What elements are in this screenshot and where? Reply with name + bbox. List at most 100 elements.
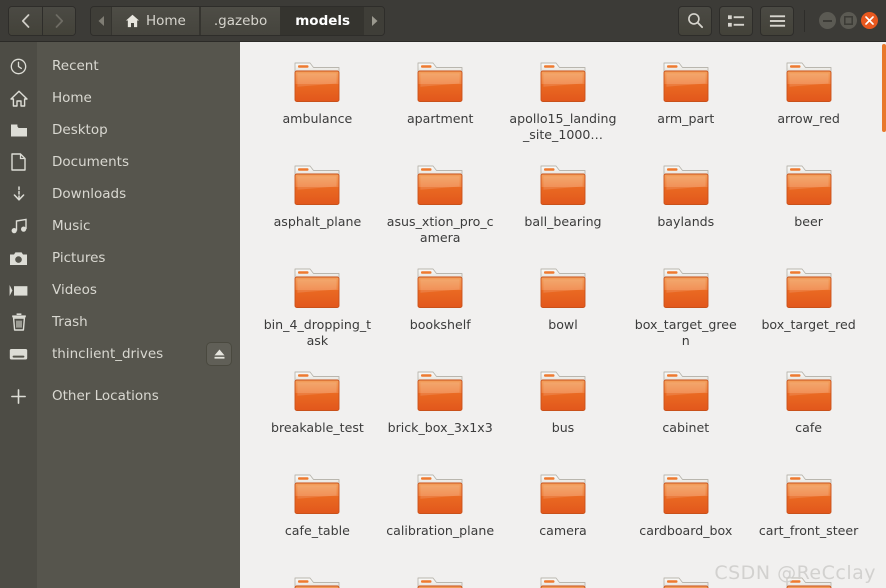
file-name-label: bookshelf [409,317,471,332]
drive-icon [0,348,37,361]
eject-icon [214,349,224,359]
search-button[interactable] [678,5,712,36]
file-item[interactable]: cabinet [624,363,747,466]
minus-icon [823,19,832,22]
file-item[interactable]: asus_xtion_pro_camera [379,157,502,260]
back-button[interactable] [9,6,42,35]
file-name-label: ball_bearing [524,214,602,229]
sidebar-item-home[interactable]: Home [0,82,240,114]
file-item[interactable]: bin_4_dropping_task [256,260,379,363]
file-item[interactable]: calibration_plane [379,466,502,569]
breadcrumb-scroll-right[interactable] [364,6,385,35]
folder-icon [291,60,343,105]
navigation-buttons [8,5,76,36]
file-item[interactable]: car_wheel [502,569,625,588]
view-list-icon [727,14,744,27]
file-item[interactable]: baylands [624,157,747,260]
file-name-label: box_target_green [634,317,737,348]
file-item[interactable]: cart_front_steer [747,466,870,569]
folder-icon [537,369,589,414]
folder-icon [414,266,466,311]
folder-icon [660,369,712,414]
folder-icon [783,60,835,105]
sidebar-item-music[interactable]: Music [0,210,240,242]
sidebar-item-pictures[interactable]: Pictures [0,242,240,274]
file-item[interactable]: bowl [502,260,625,363]
sidebar-item-downloads[interactable]: Downloads [0,178,240,210]
file-item[interactable]: apollo15_landing_site_1000… [502,54,625,157]
eject-button[interactable] [206,342,232,366]
folder-icon [660,575,712,588]
breadcrumb-item-gazebo[interactable]: .gazebo [199,6,282,35]
sidebar-item-label: Downloads [52,186,127,202]
file-item[interactable]: checkerboard_plane [747,569,870,588]
sidebar-item-label: thinclient_drives [52,346,164,362]
close-button[interactable] [861,12,878,29]
file-item[interactable]: cafe [747,363,870,466]
file-name-label: camera [539,523,587,538]
camera-icon [0,251,37,266]
file-name-label: asus_xtion_pro_camera [386,214,494,245]
file-item[interactable]: arm_part [624,54,747,157]
download-icon [0,185,37,203]
folder-icon [291,163,343,208]
file-item[interactable]: breakable_test [256,363,379,466]
file-item[interactable]: bus [502,363,625,466]
file-name-label: cafe_table [284,523,350,538]
folder-icon [537,60,589,105]
sidebar-item-other-locations[interactable]: Other Locations [0,380,240,412]
maximize-button[interactable] [840,12,857,29]
file-grid-area[interactable]: ambulance apartment apollo15_landing_sit… [240,42,886,588]
breadcrumb-scroll-left[interactable] [91,6,111,35]
sidebar-item-label: Desktop [52,122,108,138]
sidebar-item-videos[interactable]: Videos [0,274,240,306]
vertical-scrollbar[interactable] [882,42,886,588]
file-item[interactable]: cart_soft_suspension [379,569,502,588]
file-item[interactable]: ball_bearing [502,157,625,260]
scrollbar-thumb[interactable] [882,44,886,132]
home-icon [0,90,37,107]
folder-icon [783,369,835,414]
forward-button[interactable] [42,6,75,35]
sidebar-item-desktop[interactable]: Desktop [0,114,240,146]
sidebar-item-recent[interactable]: Recent [0,50,240,82]
file-item[interactable]: asphalt_plane [256,157,379,260]
folder-icon [414,575,466,588]
file-name-label: apollo15_landing_site_1000… [509,111,617,142]
file-item[interactable]: beer [747,157,870,260]
file-item[interactable]: bookshelf [379,260,502,363]
menu-button[interactable] [760,5,794,36]
file-item[interactable]: cardboard_box [624,466,747,569]
file-item[interactable]: brick_box_3x1x3 [379,363,502,466]
file-item[interactable]: camera [502,466,625,569]
sidebar-item-label: Pictures [52,250,106,266]
sidebar-item-trash[interactable]: Trash [0,306,240,338]
file-item[interactable]: apartment [379,54,502,157]
file-item[interactable]: cessna [624,569,747,588]
file-name-label: bus [551,420,575,435]
file-name-label: cabinet [662,420,710,435]
folder-icon [660,163,712,208]
view-options-button[interactable] [719,5,753,36]
file-item[interactable]: ambulance [256,54,379,157]
folder-icon [291,266,343,311]
file-item[interactable]: box_target_green [624,260,747,363]
breadcrumb-item-models[interactable]: models [281,6,365,35]
breadcrumb-label: models [295,12,351,29]
file-name-label: arm_part [657,111,715,126]
folder-icon [291,472,343,517]
breadcrumb-item-home[interactable]: Home [111,6,200,35]
file-name-label: asphalt_plane [273,214,362,229]
file-item[interactable]: box_target_red [747,260,870,363]
sidebar-item-thinclient-drives[interactable]: thinclient_drives [0,338,240,370]
file-item[interactable]: cafe_table [256,466,379,569]
folder-icon [660,472,712,517]
sidebar-item-documents[interactable]: Documents [0,146,240,178]
triangle-left-icon [98,15,104,26]
file-item[interactable]: arrow_red [747,54,870,157]
file-item[interactable]: cart_rigid_suspension [256,569,379,588]
minimize-button[interactable] [819,12,836,29]
file-name-label: arrow_red [777,111,840,126]
sidebar: Recent Home Desktop Documents Downloads … [0,42,240,588]
